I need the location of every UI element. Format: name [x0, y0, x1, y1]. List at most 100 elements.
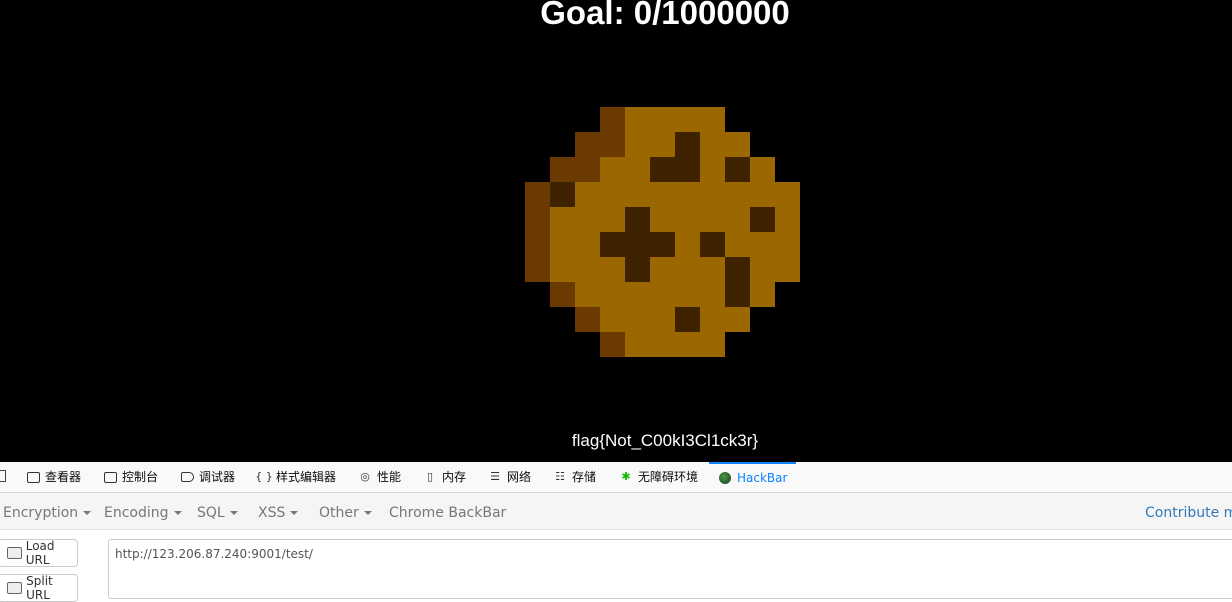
cookie-pixel [525, 257, 550, 282]
menu-label: Encryption [3, 505, 79, 521]
tab-hackbar[interactable]: HackBar [709, 462, 797, 492]
cookie-pixel [600, 257, 625, 282]
chevron-down-icon [173, 511, 182, 515]
tab-label: 无障碍环境 [638, 470, 699, 484]
storage-icon: ☷ [555, 470, 565, 483]
cookie-pixel [700, 257, 725, 282]
tab-label: 查看器 [45, 470, 82, 484]
cookie-pixel [600, 207, 625, 232]
style-editor-icon: { } [255, 470, 273, 483]
contribute-link[interactable]: Contribute me [1145, 493, 1232, 533]
cookie-chip [675, 157, 700, 182]
cookie-pixel [650, 107, 675, 132]
cookie-pixel [700, 207, 725, 232]
cookie-pixel [750, 282, 775, 307]
chevron-down-icon [290, 511, 299, 515]
cookie-pixel [700, 307, 725, 332]
flag-text: flag{Not_C00kI3Cl1ck3r} [571, 431, 759, 450]
cookie-pixel [650, 182, 675, 207]
cookie-icon[interactable] [525, 107, 800, 357]
cookie-pixel [575, 232, 600, 257]
network-icon: ☰ [490, 470, 500, 483]
cookie-chip [675, 132, 700, 157]
cookie-pixel [675, 207, 700, 232]
tab-storage[interactable]: ☷ 存储 [553, 462, 596, 492]
url-textarea[interactable]: http://123.206.87.240:9001/test/ [108, 539, 1232, 599]
cookie-pixel [675, 107, 700, 132]
cookie-pixel [725, 232, 750, 257]
cookie-pixel [575, 157, 600, 182]
cookie-pixel [750, 157, 775, 182]
cookie-pixel [575, 282, 600, 307]
cookie-pixel [625, 132, 650, 157]
tab-label: 存储 [572, 470, 597, 484]
cookie-chip [650, 157, 675, 182]
tab-label: 内存 [442, 470, 467, 484]
cookie-pixel [525, 232, 550, 257]
cookie-pixel [700, 282, 725, 307]
cookie-chip [550, 182, 575, 207]
tab-debugger[interactable]: 调试器 [180, 462, 235, 492]
cookie-pixel [775, 232, 800, 257]
tab-performance[interactable]: ◎ 性能 [358, 462, 401, 492]
cookie-pixel [750, 182, 775, 207]
cookie-pixel [650, 207, 675, 232]
cookie-pixel [600, 282, 625, 307]
cookie-pixel [725, 307, 750, 332]
cookie-pixel [525, 207, 550, 232]
split-url-button[interactable]: Split URL [0, 574, 78, 602]
menu-chrome-backbar[interactable]: Chrome BackBar [389, 493, 506, 533]
cookie-pixel [725, 132, 750, 157]
load-url-button[interactable]: Load URL [0, 539, 78, 567]
cookie-pixel [725, 207, 750, 232]
cookie-pixel [650, 332, 675, 357]
cookie-pixel [675, 332, 700, 357]
cookie-pixel [600, 107, 625, 132]
tab-console[interactable]: 控制台 [103, 462, 158, 492]
cookie-pixel [700, 132, 725, 157]
cookie-chip [725, 282, 750, 307]
cookie-pixel [625, 307, 650, 332]
tab-inspector[interactable]: 查看器 [26, 462, 81, 492]
devtools-tab-bar: 查看器 控制台 调试器 { } 样式编辑器 ◎ 性能 ▯ 内存 ☰ 网络 ☷ 存… [0, 462, 1232, 493]
menu-label: Chrome BackBar [389, 505, 507, 521]
cookie-pixel [775, 182, 800, 207]
hackbar-menu: Encryption Encoding SQL XSS Other Chrome… [0, 493, 1232, 530]
cookie-pixel [750, 257, 775, 282]
cookie-pixel [525, 182, 550, 207]
dock-icon[interactable] [0, 470, 6, 482]
tab-label: 调试器 [199, 470, 236, 484]
menu-label: Other [319, 505, 359, 521]
cookie-pixel [675, 282, 700, 307]
cookie-pixel [675, 182, 700, 207]
cookie-pixel [600, 157, 625, 182]
cookie-pixel [700, 107, 725, 132]
cookie-pixel [550, 157, 575, 182]
menu-xss[interactable]: XSS [258, 493, 299, 533]
cookie-pixel [725, 182, 750, 207]
tab-style-editor[interactable]: { } 样式编辑器 [255, 462, 337, 492]
tab-label: 样式编辑器 [276, 470, 337, 484]
cookie-pixel [575, 182, 600, 207]
cookie-chip [725, 157, 750, 182]
menu-sql[interactable]: SQL [197, 493, 238, 533]
cookie-pixel [625, 332, 650, 357]
cookie-button[interactable] [525, 107, 800, 357]
cookie-pixel [550, 257, 575, 282]
menu-label: SQL [197, 505, 225, 521]
cookie-pixel [675, 257, 700, 282]
cookie-chip [625, 232, 650, 257]
tab-accessibility[interactable]: ✱ 无障碍环境 [619, 462, 698, 492]
menu-other[interactable]: Other [319, 493, 372, 533]
cookie-pixel [750, 232, 775, 257]
split-url-icon [7, 582, 23, 594]
cookie-chip [700, 232, 725, 257]
hackbar-body: Load URL Split URL http://123.206.87.240… [0, 530, 1232, 602]
menu-encoding[interactable]: Encoding [104, 493, 182, 533]
tab-label: 性能 [377, 470, 402, 484]
tab-network[interactable]: ☰ 网络 [488, 462, 531, 492]
menu-encryption[interactable]: Encryption [3, 493, 92, 533]
tab-memory[interactable]: ▯ 内存 [423, 462, 466, 492]
cookie-pixel [625, 282, 650, 307]
cookie-pixel [625, 157, 650, 182]
